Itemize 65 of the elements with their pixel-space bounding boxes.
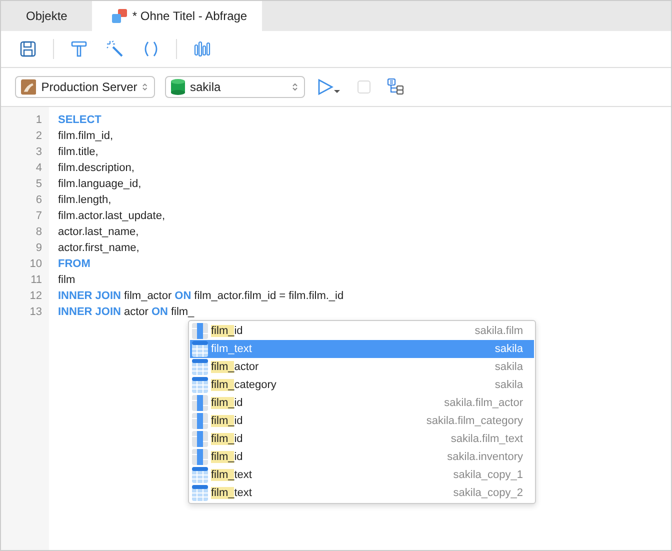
column-icon bbox=[192, 395, 208, 411]
column-icon bbox=[192, 449, 208, 465]
code-text: actor.first_name, bbox=[58, 241, 140, 256]
database-icon bbox=[171, 79, 185, 95]
table-icon bbox=[192, 341, 208, 357]
square-icon bbox=[357, 80, 371, 94]
code-text: film.length, bbox=[58, 193, 112, 208]
column-icon bbox=[192, 323, 208, 339]
line-number: 4 bbox=[34, 161, 43, 176]
line-number: 10 bbox=[28, 257, 43, 272]
code-text: film_actor bbox=[124, 289, 172, 304]
line-number: 1 bbox=[34, 113, 43, 128]
sql-keyword: SELECT bbox=[58, 113, 102, 128]
table-icon bbox=[192, 467, 208, 483]
suggestion-item[interactable]: film_id sakila.film_category bbox=[190, 412, 534, 430]
code-text: film.language_id, bbox=[58, 177, 142, 192]
sql-keyword: FROM bbox=[58, 257, 90, 272]
suggestion-item[interactable]: film_id sakila.film bbox=[190, 322, 534, 340]
suggestion-item[interactable]: film_text sakila_copy_1 bbox=[190, 466, 534, 484]
sql-keyword: ON bbox=[151, 305, 168, 320]
line-number: 9 bbox=[34, 241, 43, 256]
suggestion-item[interactable]: film_text sakila_copy_2 bbox=[190, 484, 534, 502]
line-number: 3 bbox=[34, 145, 43, 160]
code-text: film.film_id, bbox=[58, 129, 114, 144]
updown-icon bbox=[292, 82, 298, 92]
tab[interactable]: * Ohne Titel - Abfrage bbox=[92, 1, 262, 31]
line-number: 6 bbox=[34, 193, 43, 208]
suggestion-item[interactable]: film_id sakila.film_actor bbox=[190, 394, 534, 412]
sql-keyword: INNER JOIN bbox=[58, 305, 121, 320]
chart-icon bbox=[193, 40, 211, 58]
database-select[interactable]: sakila bbox=[165, 76, 305, 98]
magic-wand-icon bbox=[106, 40, 124, 58]
code-text: film_ bbox=[170, 305, 194, 320]
suggestion-item[interactable]: film_id sakila.film_text bbox=[190, 430, 534, 448]
sql-keyword: ON bbox=[174, 289, 192, 304]
table-icon bbox=[192, 377, 208, 393]
line-number: 8 bbox=[34, 225, 43, 240]
line-number: 7 bbox=[34, 209, 43, 224]
line-number: 5 bbox=[34, 177, 43, 192]
column-icon bbox=[192, 431, 208, 447]
line-number: 13 bbox=[28, 305, 43, 320]
code-text: film_actor.film_id = film.film._id bbox=[194, 289, 344, 304]
column-icon bbox=[192, 413, 208, 429]
sql-keyword: INNER JOIN bbox=[58, 289, 121, 304]
code-text: film.title, bbox=[58, 145, 98, 160]
parentheses-icon bbox=[142, 40, 160, 58]
code-text: actor bbox=[124, 305, 148, 320]
line-number: 11 bbox=[30, 273, 43, 288]
code-text: film.description, bbox=[58, 161, 134, 176]
updown-icon bbox=[142, 82, 148, 92]
suggestion-item[interactable]: film_category sakila bbox=[190, 376, 534, 394]
tab[interactable]: Objekte bbox=[1, 1, 92, 31]
suggestion-item[interactable]: film_actor sakila bbox=[190, 358, 534, 376]
suggestion-item[interactable]: film_id sakila.inventory bbox=[190, 448, 534, 466]
code-text: actor.last_name, bbox=[58, 225, 139, 240]
code-text: film bbox=[58, 273, 76, 288]
save-icon bbox=[19, 40, 37, 58]
server-select[interactable]: Production Server bbox=[15, 76, 155, 98]
table-icon bbox=[192, 485, 208, 501]
code-text: film.actor.last_update, bbox=[58, 209, 166, 224]
line-number: 2 bbox=[34, 129, 43, 144]
line-number: 12 bbox=[28, 289, 43, 304]
hammer-icon bbox=[71, 40, 87, 58]
query-icon bbox=[112, 9, 128, 23]
table-icon bbox=[192, 359, 208, 375]
